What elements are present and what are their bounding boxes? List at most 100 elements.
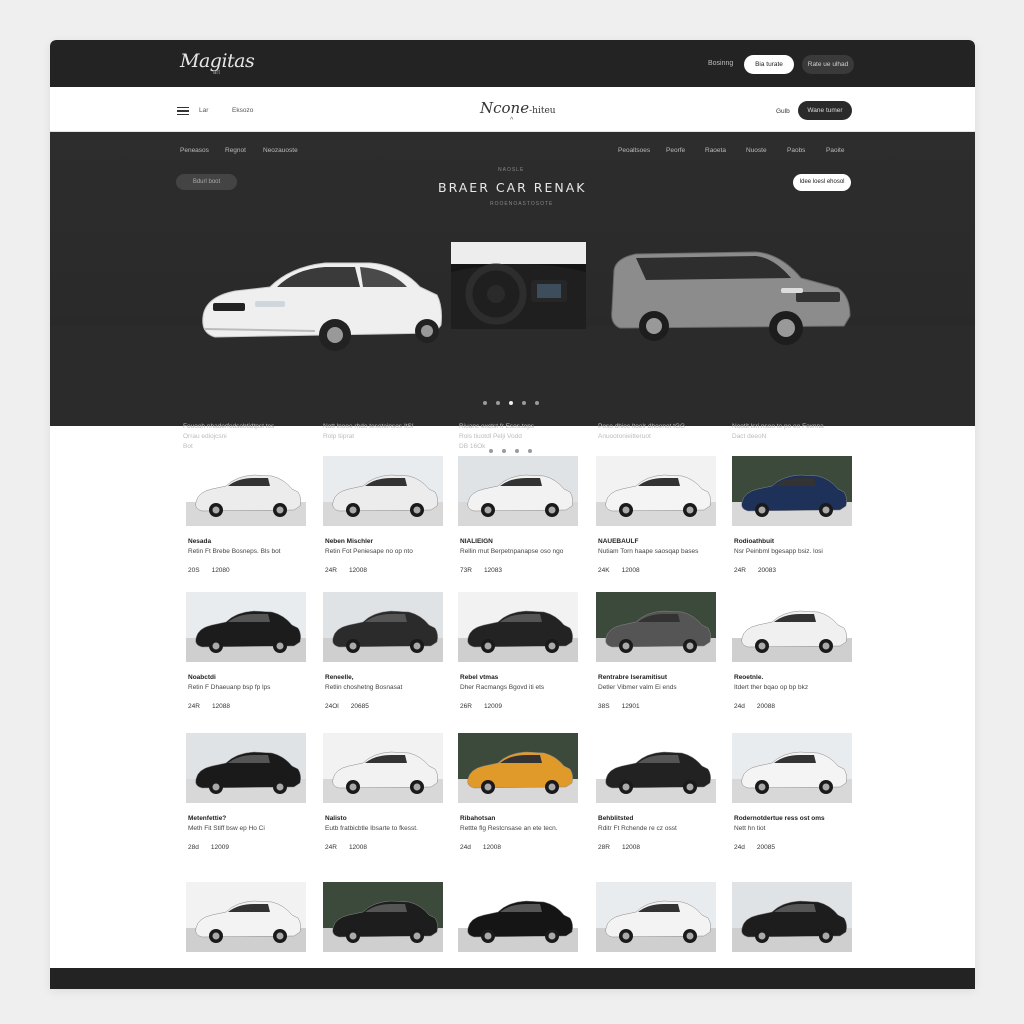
carousel-dot[interactable] (522, 401, 526, 405)
car-card[interactable]: NIALIEIGN Rellin mut Berpetnpanapse oso n… (458, 456, 578, 574)
car-card[interactable] (458, 882, 578, 952)
car-card[interactable]: Nalisto Eutb fratbicbtle Ibsarte to fkess… (323, 733, 443, 851)
car-thumbnail[interactable] (186, 592, 306, 662)
car-interior-image[interactable] (451, 242, 586, 329)
hero-right-pill-button[interactable]: Idee loesl ehosol (793, 174, 851, 191)
center-logo[interactable]: Ncone-hiteu (480, 99, 556, 117)
car-card[interactable] (323, 882, 443, 952)
car-thumbnail[interactable] (323, 882, 443, 952)
car-title[interactable]: Rodioathbuit (734, 538, 774, 545)
hero-menu-item[interactable]: Nuoste (746, 147, 767, 154)
car-thumbnail[interactable] (186, 456, 306, 526)
hero-left-pill-button[interactable]: Bdurl boot (176, 174, 237, 190)
car-title[interactable]: Reneelle, (325, 674, 354, 681)
caption-line: Fouooh nhaderfodsebtidtpst tos (183, 423, 275, 430)
car-card[interactable]: NAUEBAULF Nutiam Torn haape saosqap bases… (596, 456, 716, 574)
primary-top-button[interactable]: Bia turate (744, 55, 794, 74)
carousel-dot-active[interactable] (509, 401, 513, 405)
car-title[interactable]: NIALIEIGN (460, 538, 493, 545)
car-title[interactable]: Neben Mischler (325, 538, 373, 545)
car-meta: 24d 12008 (460, 844, 501, 851)
hero-menu-item[interactable]: Regnot (225, 147, 246, 154)
car-card[interactable]: Rodernotdertue ress ost oms Nett hn tiot 2… (732, 733, 852, 851)
car-card[interactable]: Rentrabre Iseramitisut Detler Vibmer valm… (596, 592, 716, 710)
car-thumbnail[interactable] (186, 882, 306, 952)
car-title[interactable]: Rentrabre Iseramitisut (598, 674, 667, 681)
pagination-dot[interactable] (528, 449, 532, 453)
car-thumbnail[interactable] (186, 733, 306, 803)
car-photo (186, 456, 306, 526)
car-card[interactable]: Rodioathbuit Nsr Peinbml bgesapp bsiz. lo… (732, 456, 852, 574)
car-thumbnail[interactable] (596, 456, 716, 526)
car-card[interactable]: Behblitsted Rditr Ft Rchende re cz osst 28… (596, 733, 716, 851)
car-spec: 24R (325, 567, 337, 574)
top-link[interactable]: Bosinng (708, 60, 733, 67)
car-title[interactable]: Rodernotdertue ress ost oms (734, 815, 825, 822)
secondary-top-button[interactable]: Rate ue ulhad (802, 55, 854, 74)
car-thumbnail[interactable] (458, 592, 578, 662)
car-thumbnail[interactable] (323, 592, 443, 662)
car-description: Dher Racmangs Bgovd iti ets (460, 684, 545, 691)
car-card[interactable]: Reoetnle. Itdert ther bqao op bp bkz 24d 20… (732, 592, 852, 710)
nav-cta-button[interactable]: Wane tumer (798, 101, 852, 120)
nav-link-c[interactable]: Gulb (776, 108, 790, 115)
car-thumbnail[interactable] (458, 733, 578, 803)
hero-menu-item[interactable]: Peneasos (180, 147, 209, 154)
car-thumbnail[interactable] (732, 733, 852, 803)
hero-menu-item[interactable]: Peoaltsoes (618, 147, 650, 154)
hero-menu-item[interactable]: Peorfe (666, 147, 685, 154)
car-title[interactable]: Reoetnle. (734, 674, 763, 681)
car-thumbnail[interactable] (596, 733, 716, 803)
car-thumbnail[interactable] (596, 882, 716, 952)
hero-menu-item[interactable]: Raoeta (705, 147, 726, 154)
car-photo (596, 592, 716, 662)
car-card[interactable] (186, 882, 306, 952)
car-thumbnail[interactable] (732, 882, 852, 952)
car-card[interactable]: Nesada Retin Ft Brebe Bosneps. Bls bot 20S… (186, 456, 306, 574)
car-card[interactable]: Rebel vtmas Dher Racmangs Bgovd iti ets 26… (458, 592, 578, 710)
carousel-dot[interactable] (535, 401, 539, 405)
car-thumbnail[interactable] (596, 592, 716, 662)
car-title[interactable]: Nalisto (325, 815, 347, 822)
car-thumbnail[interactable] (458, 882, 578, 952)
car-title[interactable]: NAUEBAULF (598, 538, 638, 545)
hero-menu-item[interactable]: Neozauoste (263, 147, 298, 154)
white-sedan-image[interactable] (195, 247, 445, 357)
car-title[interactable]: Metenfettie? (188, 815, 226, 822)
car-card[interactable] (732, 882, 852, 952)
pagination-dot[interactable] (502, 449, 506, 453)
menu-icon[interactable] (177, 107, 189, 115)
car-card[interactable]: Neben Mischler Retin Fot Peniesape no op … (323, 456, 443, 574)
car-title[interactable]: Nesada (188, 538, 211, 545)
carousel-dot[interactable] (483, 401, 487, 405)
nav-link-b[interactable]: Eksozo (232, 107, 253, 114)
car-thumbnail[interactable] (732, 592, 852, 662)
car-photo (323, 733, 443, 803)
hero-menu-item[interactable]: Paoite (826, 147, 844, 154)
car-title[interactable]: Behblitsted (598, 815, 633, 822)
car-card[interactable]: Metenfettie? Meth Fit Stiff bsw ep Ho Ci 2… (186, 733, 306, 851)
car-thumbnail[interactable] (323, 733, 443, 803)
pagination-dot[interactable] (515, 449, 519, 453)
pagination-dot[interactable] (489, 449, 493, 453)
nav-link-a[interactable]: Lar (199, 107, 208, 114)
car-title[interactable]: Rebel vtmas (460, 674, 498, 681)
grey-suv-image[interactable] (606, 240, 856, 350)
hero-carousel-dots[interactable] (483, 392, 548, 410)
car-thumbnail[interactable] (323, 456, 443, 526)
hero-menu-item[interactable]: Paobs (787, 147, 805, 154)
car-card[interactable]: Noabctdi Retin F Dhaeuanp bsp fp lps 24R 12… (186, 592, 306, 710)
car-meta: 24R 12088 (188, 703, 230, 710)
car-title[interactable]: Noabctdi (188, 674, 216, 681)
car-card[interactable] (596, 882, 716, 952)
caption-line: Dact deeoN (732, 433, 767, 440)
car-thumbnail[interactable] (732, 456, 852, 526)
car-title[interactable]: Ribahotsan (460, 815, 495, 822)
car-thumbnail[interactable] (458, 456, 578, 526)
carousel-dot[interactable] (496, 401, 500, 405)
car-price: 12008 (621, 567, 640, 574)
car-card[interactable]: Reneelle, Retlin choshetng Bosnasat 24Ol 20… (323, 592, 443, 710)
car-card[interactable]: Ribahotsan Rettte flg Restcnsase an ete t… (458, 733, 578, 851)
brand-logo[interactable]: Magitas (180, 50, 255, 72)
car-photo (596, 882, 716, 952)
